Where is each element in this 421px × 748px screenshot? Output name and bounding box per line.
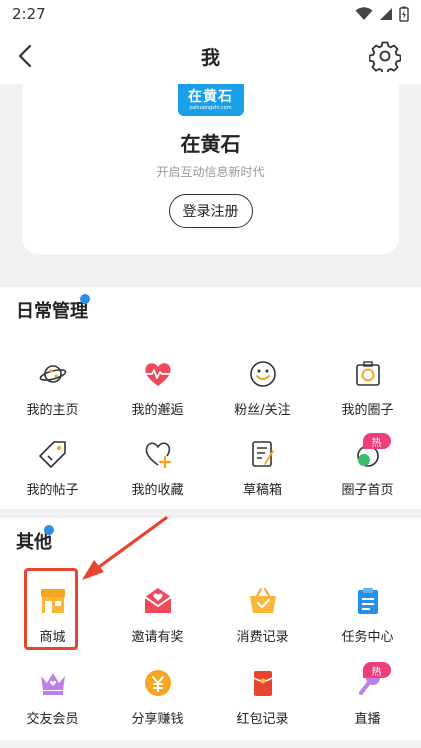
grid-item-my-favorites[interactable]: 我的收藏	[105, 439, 210, 501]
daily-management-section: 日常管理 我的主页 我的邂逅 粉丝/关注 我的圈子 我的帖子 我的收藏 草稿箱 …	[0, 287, 421, 509]
battery-icon	[399, 6, 409, 22]
grid-item-drafts[interactable]: 草稿箱	[210, 439, 315, 501]
signal-icon	[380, 8, 392, 20]
clipboard-icon	[357, 588, 378, 614]
grid-item-label: 分享赚钱	[131, 712, 184, 727]
hot-badge: 热	[362, 433, 391, 449]
grid-item-label: 粉丝/关注	[234, 403, 291, 418]
page-title: 我	[200, 46, 220, 69]
circle-home-icon-wrap: 热	[353, 433, 391, 469]
grid-item-label: 交友会员	[26, 712, 79, 727]
app-name: 在黄石	[180, 132, 241, 156]
grid-item-my-posts[interactable]: 我的帖子	[0, 439, 105, 501]
logo-text: 在黄石	[188, 89, 233, 105]
title-dot	[44, 525, 54, 535]
grid-item-label: 我的主页	[26, 403, 79, 418]
envelope-icon	[143, 588, 172, 613]
grid-item-label: 草稿箱	[242, 483, 282, 498]
grid-item-consumption-records[interactable]: 消费记录	[210, 586, 315, 648]
grid-item-label: 直播	[354, 712, 381, 727]
back-arrow-icon[interactable]	[12, 42, 40, 70]
grid-item-label: 我的收藏	[131, 483, 184, 498]
red-packet-icon	[253, 671, 272, 696]
grid-item-live[interactable]: 热 直播	[315, 662, 420, 730]
grid-item-label: 我的邂逅	[131, 403, 184, 418]
section-title-daily: 日常管理	[16, 301, 88, 322]
live-icon-wrap: 热	[353, 662, 391, 698]
planet-icon	[39, 365, 66, 383]
hot-badge: 热	[362, 662, 391, 678]
nav-bar: 我	[0, 28, 421, 84]
heart-plus-icon	[145, 442, 171, 469]
basket-icon	[249, 588, 276, 613]
grid-item-label: 我的帖子	[26, 483, 79, 498]
camera-icon	[355, 361, 380, 386]
draft-icon	[251, 441, 274, 467]
heartbeat-icon	[144, 363, 171, 386]
grid-item-dating-member[interactable]: 交友会员	[0, 668, 105, 730]
tag-icon	[38, 441, 66, 468]
profile-area: 在黄石 zaihuangshi.com 在黄石 开启互动信息新时代 登录注册	[0, 84, 421, 276]
grid-item-invite-reward[interactable]: 邀请有奖	[105, 586, 210, 648]
grid-item-my-homepage[interactable]: 我的主页	[0, 359, 105, 421]
title-dot	[80, 294, 90, 304]
app-logo: 在黄石 zaihuangshi.com	[177, 84, 244, 116]
grid-item-label: 红包记录	[236, 712, 289, 727]
grid-item-red-packet-records[interactable]: 红包记录	[210, 668, 315, 730]
login-register-button[interactable]: 登录注册	[168, 194, 253, 228]
grid-item-circle-home[interactable]: 热 圈子首页	[315, 433, 420, 501]
coin-icon	[144, 670, 171, 696]
status-time: 2:27	[12, 5, 46, 23]
grid-item-label: 邀请有奖	[131, 630, 184, 645]
logo-subtext: zaihuangshi.com	[189, 105, 232, 111]
grid-item-label: 圈子首页	[341, 483, 394, 498]
grid-item-label: 消费记录	[236, 630, 289, 645]
crown-icon	[40, 673, 65, 695]
grid-item-share-earn[interactable]: 分享赚钱	[105, 668, 210, 730]
bottom-strip	[0, 740, 421, 748]
profile-card: 在黄石 zaihuangshi.com 在黄石 开启互动信息新时代 登录注册	[22, 84, 399, 254]
wifi-icon	[355, 7, 373, 20]
status-bar: 2:27	[0, 0, 421, 28]
smile-icon	[249, 361, 276, 387]
gear-icon[interactable]	[369, 40, 401, 72]
app-slogan: 开启互动信息新时代	[156, 165, 265, 179]
grid-item-my-encounter[interactable]: 我的邂逅	[105, 359, 210, 421]
status-icons	[355, 6, 409, 22]
annotation-arrow-icon	[82, 516, 168, 580]
grid-item-task-center[interactable]: 任务中心	[315, 586, 420, 648]
grid-item-my-circle[interactable]: 我的圈子	[315, 359, 420, 421]
grid-item-fans-follow[interactable]: 粉丝/关注	[210, 359, 315, 421]
grid-item-label: 我的圈子	[341, 403, 394, 418]
grid-item-label: 任务中心	[341, 630, 394, 645]
